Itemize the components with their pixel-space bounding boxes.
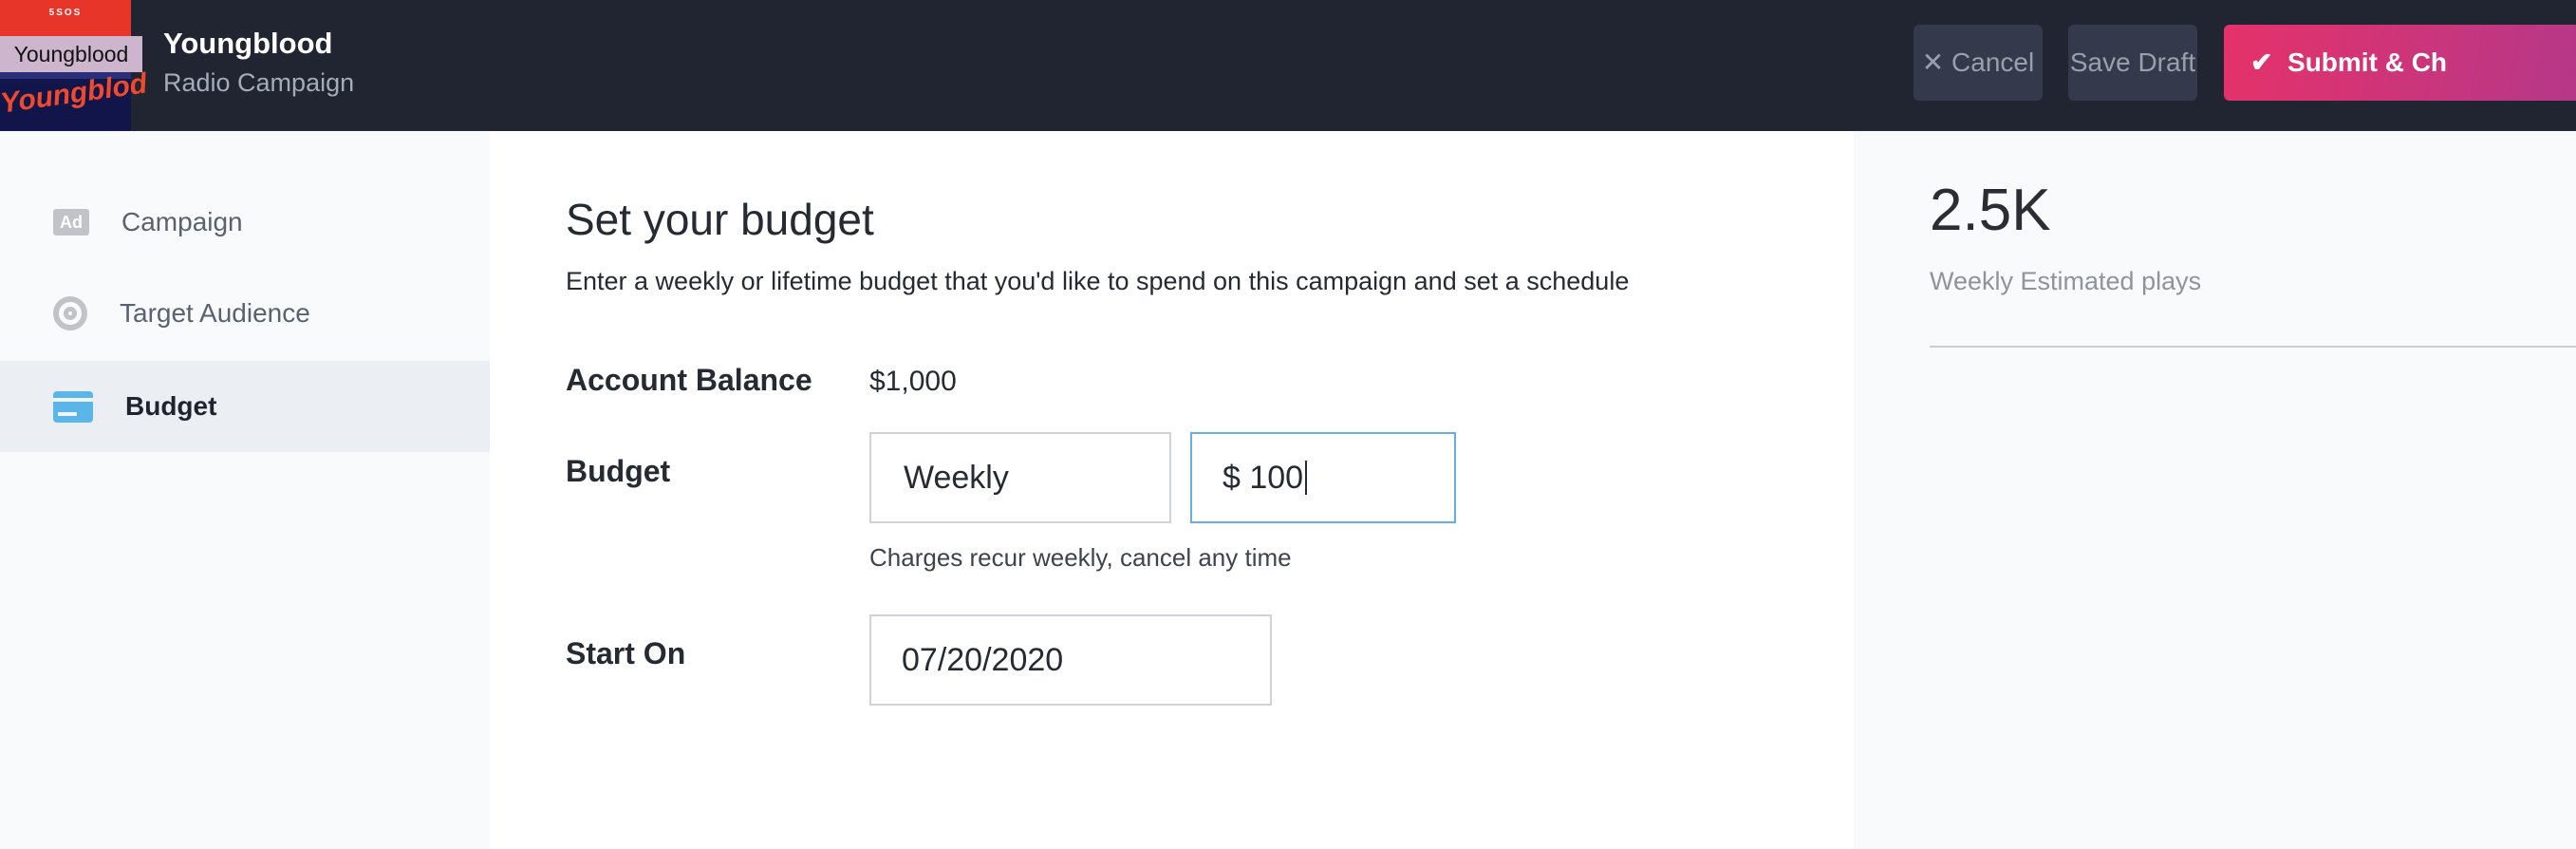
check-icon: ✔: [2250, 47, 2288, 77]
start-on-label: Start On: [566, 636, 686, 670]
budget-label: Budget: [566, 454, 671, 488]
cancel-button[interactable]: ✕ Cancel: [1913, 25, 2043, 101]
sidebar: Ad Campaign Target Audience Budget: [0, 131, 490, 849]
sidebar-item-target-audience[interactable]: Target Audience: [0, 268, 490, 359]
campaign-subtitle: Radio Campaign: [163, 68, 355, 97]
account-balance-label: Account Balance: [566, 363, 812, 397]
budget-amount-input[interactable]: $ 100: [1190, 432, 1456, 523]
divider: [1930, 346, 2576, 348]
sidebar-item-label: Campaign: [121, 207, 243, 236]
album-art-script: Youngblod: [0, 67, 149, 120]
sidebar-item-label: Target Audience: [120, 298, 310, 328]
budget-form: Set your budget Enter a weekly or lifeti…: [490, 131, 1854, 849]
credit-card-icon: [53, 390, 93, 423]
sidebar-item-label: Budget: [125, 391, 217, 421]
sidebar-item-budget[interactable]: Budget: [0, 361, 490, 452]
target-icon: [53, 296, 87, 330]
budget-type-select[interactable]: Weekly: [869, 432, 1171, 523]
close-icon: ✕: [1921, 47, 1952, 77]
estimated-plays-value: 2.5K: [1930, 178, 2051, 243]
album-art-band: 5SOS: [48, 8, 83, 18]
campaign-title: Youngblood: [163, 27, 333, 60]
estimated-plays-label: Weekly Estimated plays: [1930, 267, 2202, 295]
account-balance-value: $1,000: [869, 366, 957, 397]
tooltip: Youngblood: [0, 36, 142, 72]
start-date-input[interactable]: 07/20/2020: [869, 614, 1272, 706]
submit-button[interactable]: ✔ Submit & Ch: [2224, 25, 2576, 101]
save-draft-button[interactable]: Save Draft: [2068, 25, 2197, 101]
text-caret: [1305, 461, 1308, 495]
estimate-panel: 2.5K Weekly Estimated plays: [1854, 131, 2576, 849]
budget-help-text: Charges recur weekly, cancel any time: [869, 543, 1292, 572]
top-bar: 5SOS Youngblod Youngblood Youngblood Rad…: [0, 0, 2576, 131]
page-title: Set your budget: [566, 195, 874, 244]
ad-icon: Ad: [53, 209, 89, 236]
sidebar-item-campaign[interactable]: Ad Campaign: [0, 177, 490, 268]
page-description: Enter a weekly or lifetime budget that y…: [566, 267, 1630, 295]
